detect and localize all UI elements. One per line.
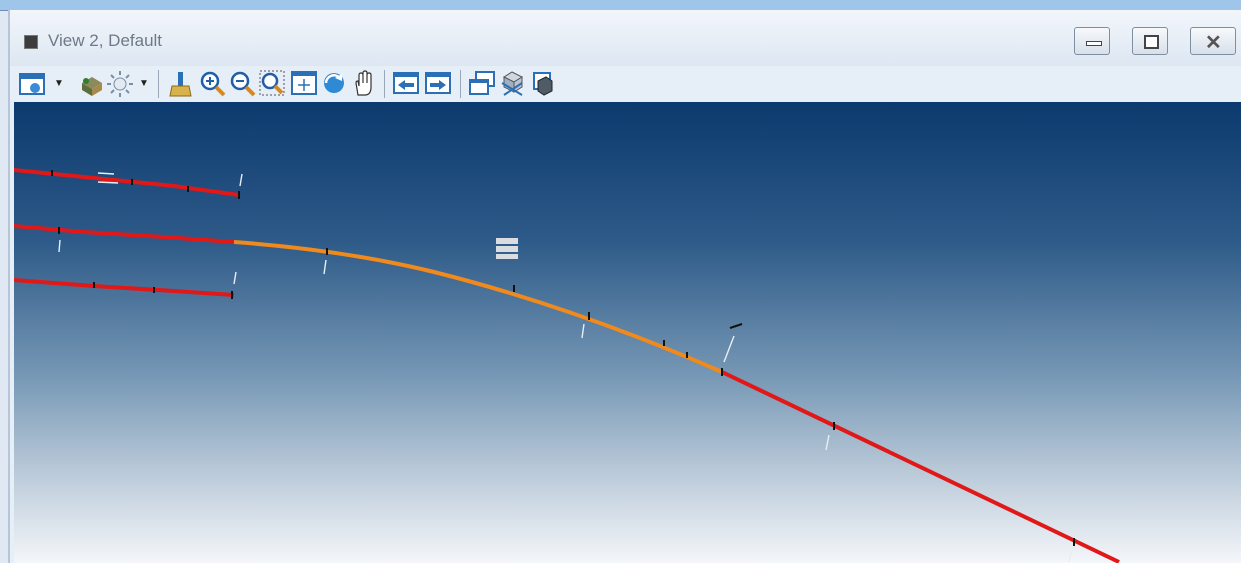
display-style-icon[interactable]: [76, 69, 104, 97]
view-attributes-dropdown-icon[interactable]: ▼: [54, 78, 64, 89]
toolbar-separator: [158, 70, 159, 98]
alignment-line-upper: [14, 168, 240, 197]
window-title: View 2, Default: [48, 31, 163, 50]
previous-view-icon[interactable]: [392, 69, 420, 97]
minimize-button[interactable]: [1074, 27, 1110, 55]
lighting-icon[interactable]: [106, 69, 134, 97]
view-perspective-icon[interactable]: [528, 69, 556, 97]
view-window[interactable]: View 2, Default ✕ ▼ ▼: [8, 10, 1241, 563]
fit-view-icon[interactable]: [290, 69, 318, 97]
view-window-icon: [24, 35, 38, 49]
maximize-button[interactable]: [1132, 27, 1168, 55]
title-bar[interactable]: View 2, Default ✕: [10, 10, 1241, 66]
rotate-view-icon[interactable]: [320, 69, 348, 97]
view-toolbar: ▼ ▼: [14, 66, 1241, 102]
close-icon: ✕: [1205, 32, 1222, 54]
toolbar-separator: [460, 70, 461, 98]
next-view-icon[interactable]: [424, 69, 452, 97]
alignment-curve: [233, 240, 723, 374]
3d-view-canvas[interactable]: [14, 102, 1241, 563]
update-view-icon[interactable]: [166, 69, 194, 97]
window-area-icon[interactable]: [258, 69, 286, 97]
pan-view-icon[interactable]: [350, 69, 378, 97]
lighting-dropdown-icon[interactable]: ▼: [139, 78, 149, 89]
zoom-in-icon[interactable]: [198, 69, 226, 97]
minimize-icon: [1086, 41, 1102, 46]
zoom-out-icon[interactable]: [228, 69, 256, 97]
station-annotations: [58, 172, 1073, 563]
station-ticks: [51, 170, 1075, 546]
alignment-line-middle: [14, 224, 235, 244]
maximize-icon: [1144, 35, 1159, 49]
alignment-line-lower: [14, 278, 235, 297]
alignment-tangent: [721, 370, 1120, 563]
clip-volume-icon[interactable]: [498, 69, 526, 97]
close-button[interactable]: ✕: [1190, 27, 1236, 55]
view-attributes-icon[interactable]: [18, 69, 46, 97]
alignment-drawing: [14, 168, 1120, 563]
copy-view-icon[interactable]: [468, 69, 496, 97]
toolbar-separator: [384, 70, 385, 98]
station-label-block: [496, 238, 518, 259]
curve-end-marker: [729, 323, 743, 329]
